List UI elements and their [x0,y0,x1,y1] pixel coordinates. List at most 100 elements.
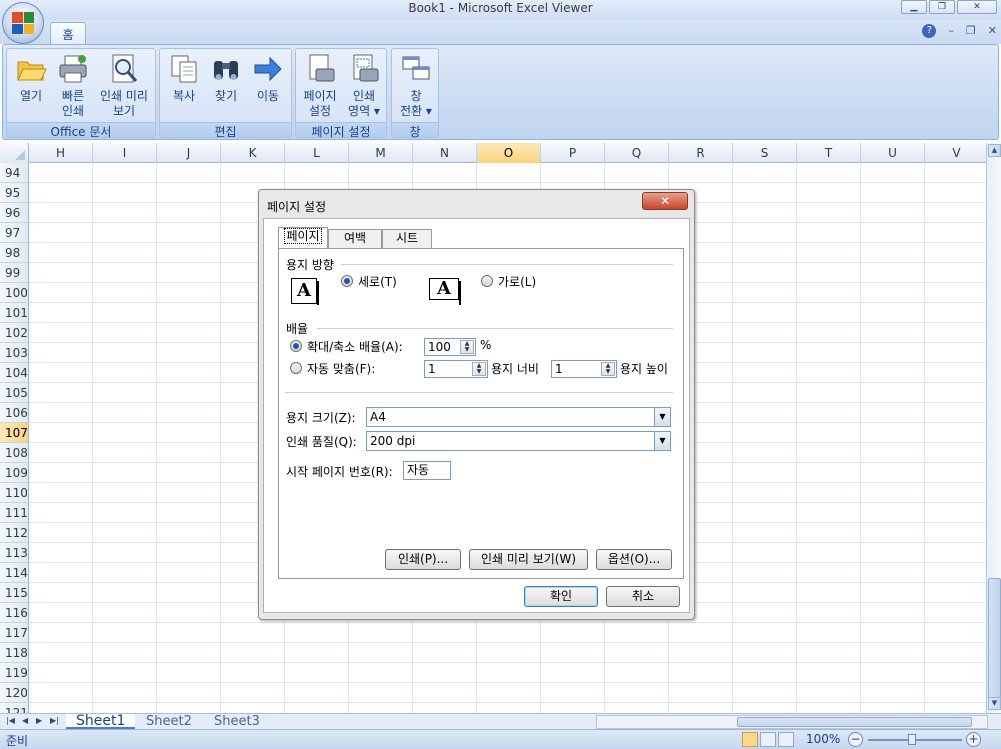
row-header-108[interactable]: 108 [0,443,29,463]
cancel-button[interactable]: 취소 [606,586,680,607]
zoom-slider-thumb[interactable] [908,734,916,745]
dialog-close-button[interactable]: ✕ [642,192,688,210]
column-header-J[interactable]: J [157,143,221,163]
adjust-to-radio[interactable] [290,340,302,352]
sheet-tab-3[interactable]: Sheet3 [204,714,270,729]
paper-size-select[interactable]: A4 ▼ [366,407,671,427]
column-header-S[interactable]: S [733,143,797,163]
open-button[interactable]: 열기 [11,53,51,104]
quick-print-button[interactable]: 빠른 인쇄 [51,53,95,119]
column-header-L[interactable]: L [285,143,349,163]
minimize-button[interactable]: ▁ [901,0,927,14]
vertical-scrollbar[interactable]: ▲ ▼ [986,143,1001,713]
row-header-117[interactable]: 117 [0,623,29,643]
row-header-119[interactable]: 119 [0,663,29,683]
normal-view-icon[interactable] [742,732,758,747]
sheet-tab-1[interactable]: Sheet1 [66,714,136,729]
spinner-arrows-icon[interactable]: ▲ ▼ [472,362,486,376]
row-header-114[interactable]: 114 [0,563,29,583]
zoom-out-icon[interactable]: − [848,732,863,747]
fit-to-radio[interactable] [290,362,302,374]
column-header-I[interactable]: I [93,143,157,163]
column-header-U[interactable]: U [861,143,925,163]
sheet-tab-2[interactable]: Sheet2 [136,714,202,729]
print-area-button[interactable]: 인쇄 영역 ▾ [342,53,386,119]
row-header-115[interactable]: 115 [0,583,29,603]
row-header-97[interactable]: 97 [0,223,29,243]
scroll-up-icon[interactable]: ▲ [988,144,1001,157]
row-header-118[interactable]: 118 [0,643,29,663]
row-header-110[interactable]: 110 [0,483,29,503]
row-header-121[interactable]: 121 [0,703,29,713]
first-sheet-icon[interactable]: |◀ [6,716,15,725]
ribbon-restore-icon[interactable]: ❐ [966,24,976,38]
fit-tall-spinner[interactable]: 1 ▲ ▼ [551,360,617,378]
next-sheet-icon[interactable]: ▶ [36,716,42,725]
row-header-96[interactable]: 96 [0,203,29,223]
goto-button[interactable]: 이동 [248,53,288,104]
print-preview-button[interactable]: 인쇄 미리 보기 [95,53,153,119]
switch-window-button[interactable]: 창 전환 ▾ [394,53,438,119]
row-header-111[interactable]: 111 [0,503,29,523]
copy-button[interactable]: 복사 [164,53,204,104]
row-header-112[interactable]: 112 [0,523,29,543]
scroll-down-icon[interactable]: ▼ [988,697,1001,710]
tab-margins[interactable]: 여백 [328,229,382,248]
print-preview-dialog-button[interactable]: 인쇄 미리 보기(W) [469,549,588,570]
vertical-scroll-thumb[interactable] [988,578,1001,698]
ribbon-minimize-icon[interactable]: – [948,24,954,38]
row-header-109[interactable]: 109 [0,463,29,483]
page-break-view-icon[interactable] [778,732,794,747]
column-header-R[interactable]: R [669,143,733,163]
page-layout-view-icon[interactable] [760,732,776,747]
row-header-113[interactable]: 113 [0,543,29,563]
tab-sheet[interactable]: 시트 [382,229,432,248]
column-header-T[interactable]: T [797,143,861,163]
adjust-to-spinner[interactable]: 100 ▲ ▼ [424,338,476,356]
row-header-99[interactable]: 99 [0,263,29,283]
close-button[interactable]: ✕ [957,0,997,14]
ok-button[interactable]: 확인 [524,586,598,607]
landscape-radio[interactable] [481,275,493,287]
column-header-M[interactable]: M [349,143,413,163]
row-header-94[interactable]: 94 [0,163,29,183]
column-header-V[interactable]: V [925,143,986,163]
ribbon-close-icon[interactable]: ✕ [988,24,997,38]
horizontal-scrollbar[interactable] [596,715,988,729]
print-quality-select[interactable]: 200 dpi ▼ [366,431,671,451]
column-header-H[interactable]: H [29,143,93,163]
portrait-radio[interactable] [341,275,353,287]
zoom-level[interactable]: 100% [806,732,840,746]
first-page-input[interactable]: 자동 [403,461,451,480]
horizontal-scroll-thumb[interactable] [737,717,972,727]
tab-home[interactable]: 홈 [50,22,86,44]
spinner-arrows-icon[interactable]: ▲ ▼ [601,362,615,376]
spinner-arrows-icon[interactable]: ▲ ▼ [460,340,474,354]
last-sheet-icon[interactable]: ▶| [50,716,59,725]
row-header-101[interactable]: 101 [0,303,29,323]
row-header-98[interactable]: 98 [0,243,29,263]
row-header-106[interactable]: 106 [0,403,29,423]
find-button[interactable]: 찾기 [206,53,246,104]
fit-wide-spinner[interactable]: 1 ▲ ▼ [424,360,488,378]
prev-sheet-icon[interactable]: ◀ [22,716,28,725]
column-header-Q[interactable]: Q [605,143,669,163]
select-all-corner[interactable] [0,143,29,163]
row-header-102[interactable]: 102 [0,323,29,343]
office-button[interactable] [2,2,44,44]
row-header-95[interactable]: 95 [0,183,29,203]
options-button[interactable]: 옵션(O)... [596,549,672,570]
row-header-120[interactable]: 120 [0,683,29,703]
row-header-103[interactable]: 103 [0,343,29,363]
page-setup-button[interactable]: 페이지 설정 [298,53,342,119]
row-header-104[interactable]: 104 [0,363,29,383]
help-icon[interactable]: ? [922,24,937,38]
row-header-107[interactable]: 107 [0,423,29,443]
zoom-in-icon[interactable]: + [966,732,981,747]
column-header-K[interactable]: K [221,143,285,163]
row-header-100[interactable]: 100 [0,283,29,303]
row-header-105[interactable]: 105 [0,383,29,403]
tab-page[interactable]: 페이지 [278,227,328,249]
chevron-down-icon[interactable]: ▼ [654,408,670,426]
column-header-O[interactable]: O [477,143,541,163]
